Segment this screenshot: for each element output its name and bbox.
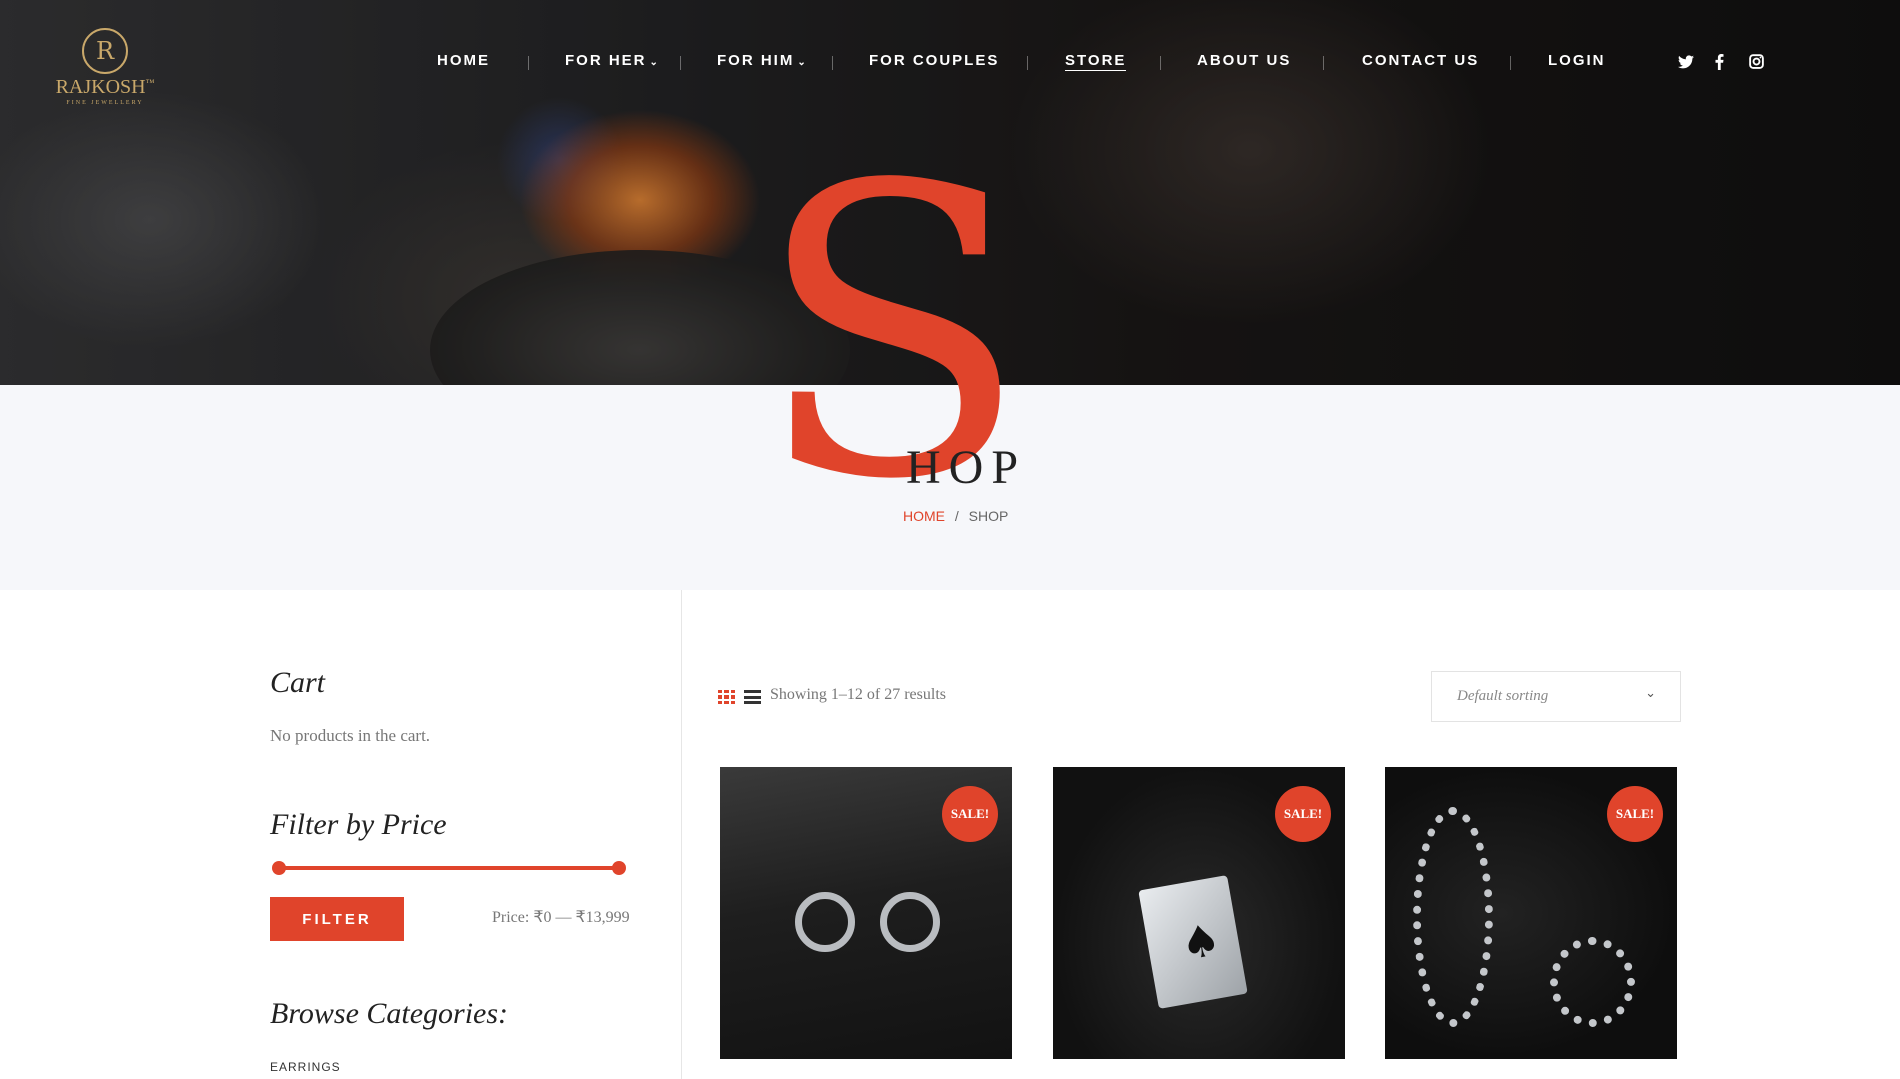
nav-contact-us[interactable]: CONTACT US [1362, 52, 1479, 69]
sale-badge: SALE! [1275, 786, 1331, 842]
breadcrumb-current: SHOP [968, 508, 1009, 524]
breadcrumb: HOME / SHOP [903, 508, 1008, 524]
nav-for-her-label: FOR HER [565, 52, 647, 69]
price-range-slider[interactable] [272, 861, 626, 875]
brand-mark: R [82, 28, 128, 74]
nav-about-us[interactable]: ABOUT US [1197, 52, 1291, 69]
earring-image [880, 892, 940, 952]
breadcrumb-home[interactable]: HOME [903, 508, 945, 524]
grid-view-icon[interactable] [718, 690, 735, 704]
page-title: HOP [906, 441, 1027, 494]
price-max-handle[interactable] [612, 861, 626, 875]
breadcrumb-separator: / [954, 508, 959, 524]
chevron-down-icon: ⌄ [797, 57, 808, 68]
nav-for-him[interactable]: FOR HIM ⌄ [717, 52, 808, 69]
brand-name: RAJKOSH [55, 76, 146, 98]
instagram-icon[interactable] [1749, 54, 1764, 73]
sale-badge: SALE! [942, 786, 998, 842]
product-card[interactable]: SALE! [1385, 767, 1677, 1059]
sort-selected-value: Default sorting [1457, 688, 1549, 704]
column-divider [681, 590, 682, 1079]
price-filter-title: Filter by Price [270, 808, 447, 841]
filter-button[interactable]: FILTER [270, 897, 404, 941]
nav-login[interactable]: LOGIN [1548, 52, 1606, 69]
ring-image [1550, 937, 1635, 1027]
result-count: Showing 1–12 of 27 results [770, 686, 946, 703]
brand-tagline: FINE JEWELLERY [66, 100, 144, 106]
category-earrings[interactable]: EARRINGS [270, 1060, 341, 1074]
nav-home[interactable]: HOME [437, 52, 490, 69]
nav-store[interactable]: STORE [1065, 52, 1127, 71]
chevron-down-icon: ⌄ [1645, 686, 1656, 701]
list-view-icon[interactable] [744, 690, 761, 704]
sort-select[interactable]: Default sorting ⌄ [1431, 671, 1681, 722]
brand-tm: ™ [145, 77, 155, 88]
nav-for-couples[interactable]: FOR COUPLES [869, 52, 999, 69]
product-card[interactable]: SALE! [720, 767, 1012, 1059]
browse-categories-title: Browse Categories: [270, 997, 509, 1030]
product-card[interactable]: ♠ SALE! [1053, 767, 1345, 1059]
earring-image [795, 892, 855, 952]
cart-empty-text: No products in the cart. [270, 726, 431, 745]
ring-image [1413, 807, 1493, 1027]
price-range-label: Price: ₹0 — ₹13,999 [492, 909, 630, 926]
price-min-handle[interactable] [272, 861, 286, 875]
twitter-icon[interactable] [1678, 54, 1694, 73]
sale-badge: SALE! [1607, 786, 1663, 842]
brand-logo[interactable]: R RAJKOSH™ FINE JEWELLERY [50, 28, 160, 118]
nav-for-him-label: FOR HIM [717, 52, 795, 69]
facebook-icon[interactable] [1715, 54, 1724, 74]
cart-widget-title: Cart [270, 666, 326, 699]
chevron-down-icon: ⌄ [649, 57, 660, 68]
nav-for-her[interactable]: FOR HER ⌄ [565, 52, 660, 69]
